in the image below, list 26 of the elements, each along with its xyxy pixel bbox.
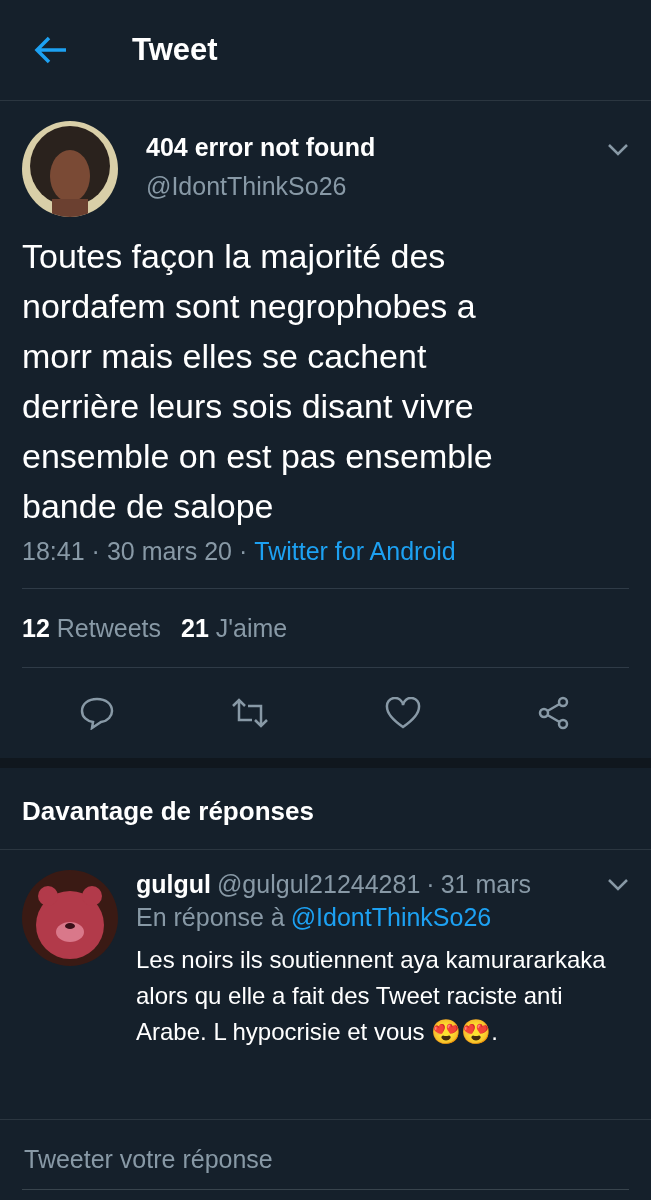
reply-date: 31 mars	[440, 870, 531, 899]
reply-input[interactable]: Tweeter votre réponse	[22, 1130, 629, 1190]
separator-dot: ·	[426, 870, 435, 899]
user-handle: @gulgul21244281	[217, 870, 421, 899]
like-count[interactable]: 21 J'aime	[181, 613, 288, 643]
chevron-down-icon[interactable]	[607, 877, 629, 892]
reply-to-label: En réponse à	[136, 903, 285, 932]
mention-link[interactable]: @IdontThinkSo26	[290, 903, 492, 932]
separator-dot: ·	[91, 537, 100, 566]
user-handle: @IdontThinkSo26	[146, 172, 348, 201]
separator-dot: ·	[238, 537, 248, 566]
like-icon[interactable]	[384, 697, 421, 729]
section-title: Davantage de réponses	[0, 768, 651, 850]
retweet-count[interactable]: 12 Retweets	[22, 613, 161, 643]
tweet-time: 18:41	[22, 537, 85, 566]
reply-text: Les noirs ils soutiennent aya kamurararkaka alors qu elle a fait des Tweet raciste anti Arabe. L hypocrisie et vous 😍😍.	[136, 945, 606, 1047]
display-name: gulgul	[136, 870, 211, 899]
display-name: 404 error not found	[146, 133, 377, 162]
back-button[interactable]	[34, 36, 68, 64]
chevron-down-icon[interactable]	[607, 143, 629, 157]
reply-icon[interactable]	[79, 696, 116, 730]
page-title: Tweet	[132, 32, 218, 68]
tweet-text: Toutes façon la majorité des nordafem sont negrophobes a morr mais elles se cachent derrière leurs sois disant vivre ensemble on est pas ensemble bande de salope	[22, 236, 494, 527]
source-link[interactable]: Twitter for Android	[254, 537, 456, 566]
retweet-icon[interactable]	[230, 697, 271, 729]
tweet-date: 30 mars 20	[106, 537, 232, 566]
